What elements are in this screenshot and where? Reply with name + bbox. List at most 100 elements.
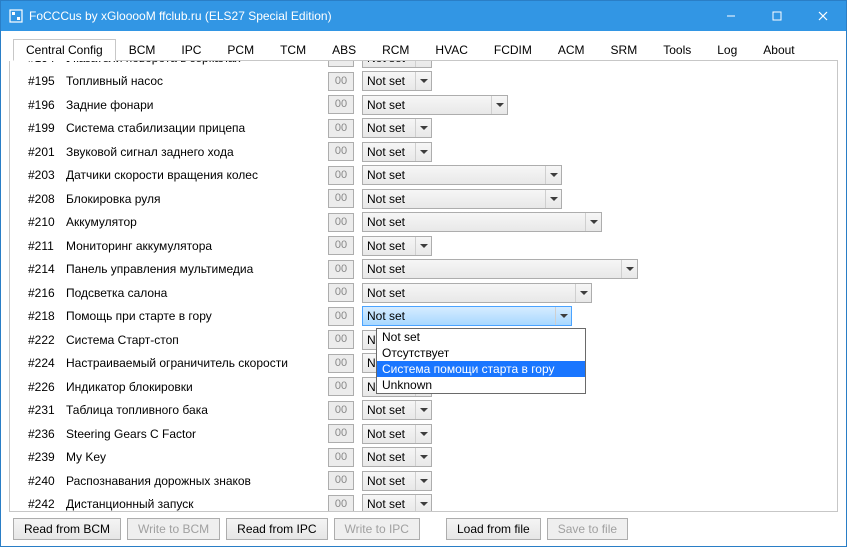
hex-input[interactable]: 00: [328, 283, 354, 302]
hex-input[interactable]: 00: [328, 424, 354, 443]
value-select[interactable]: Not set: [362, 424, 432, 444]
footer-toolbar: Read from BCMWrite to BCMRead from IPCWr…: [9, 512, 838, 542]
config-row: #218Помощь при старте в гору00Not set: [28, 305, 831, 329]
hex-input[interactable]: 00: [328, 95, 354, 114]
row-label: Steering Gears C Factor: [66, 427, 328, 441]
value-select[interactable]: Not set: [362, 61, 432, 68]
row-id: #224: [28, 356, 66, 370]
value-select[interactable]: Not set: [362, 471, 432, 491]
hex-input[interactable]: 00: [328, 471, 354, 490]
value-select[interactable]: Not set: [362, 189, 562, 209]
config-grid-scroll[interactable]: #194Указатели поворота в зеркалах00Not s…: [10, 61, 837, 511]
row-label: Мониторинг аккумулятора: [66, 239, 328, 253]
value-select[interactable]: Not set: [362, 259, 638, 279]
chevron-down-icon: [415, 61, 431, 67]
dropdown-option[interactable]: Not set: [377, 329, 585, 345]
config-row: #195Топливный насос00Not set: [28, 70, 831, 94]
row-label: Таблица топливного бака: [66, 403, 328, 417]
hex-input[interactable]: 00: [328, 260, 354, 279]
client-area: Central ConfigBCMIPCPCMTCMABSRCMHVACFCDI…: [1, 31, 846, 546]
row-id: #210: [28, 215, 66, 229]
select-value: Not set: [363, 403, 415, 417]
hex-input[interactable]: 00: [328, 448, 354, 467]
value-select[interactable]: Not set: [362, 165, 562, 185]
row-id: #231: [28, 403, 66, 417]
row-id: #195: [28, 74, 66, 88]
minimize-button[interactable]: [708, 1, 754, 31]
dropdown-menu[interactable]: Not setОтсутствуетСистема помощи старта …: [376, 328, 586, 394]
chevron-down-icon: [415, 472, 431, 490]
tab-about[interactable]: About: [750, 39, 807, 60]
hex-input[interactable]: 00: [328, 401, 354, 420]
value-select[interactable]: Not set: [362, 95, 508, 115]
close-button[interactable]: [800, 1, 846, 31]
hex-input[interactable]: 00: [328, 189, 354, 208]
tab-central-config[interactable]: Central Config: [13, 39, 116, 61]
value-select[interactable]: Not set: [362, 71, 432, 91]
tab-bcm[interactable]: BCM: [116, 39, 169, 60]
value-select[interactable]: Not set: [362, 142, 432, 162]
row-label: Задние фонари: [66, 98, 328, 112]
dropdown-option[interactable]: Система помощи старта в гору: [377, 361, 585, 377]
hex-input[interactable]: 00: [328, 213, 354, 232]
value-select[interactable]: Not set: [362, 283, 592, 303]
hex-input[interactable]: 00: [328, 495, 354, 511]
value-select[interactable]: Not set: [362, 494, 432, 511]
value-select[interactable]: Not set: [362, 447, 432, 467]
hex-input[interactable]: 00: [328, 236, 354, 255]
maximize-button[interactable]: [754, 1, 800, 31]
row-label: Панель управления мультимедиа: [66, 262, 328, 276]
row-label: Дистанционный запуск: [66, 497, 328, 511]
app-icon: [9, 9, 23, 23]
value-select[interactable]: Not set: [362, 118, 432, 138]
read-from-ipc-button[interactable]: Read from IPC: [226, 518, 327, 540]
hex-input[interactable]: 00: [328, 354, 354, 373]
value-select[interactable]: Not set: [362, 306, 572, 326]
value-select[interactable]: Not set: [362, 236, 432, 256]
value-select[interactable]: Not set: [362, 400, 432, 420]
select-value: Not set: [363, 98, 491, 112]
tab-fcdim[interactable]: FCDIM: [481, 39, 545, 60]
row-id: #239: [28, 450, 66, 464]
hex-input[interactable]: 00: [328, 142, 354, 161]
hex-input[interactable]: 00: [328, 307, 354, 326]
dropdown-option[interactable]: Отсутствует: [377, 345, 585, 361]
read-from-bcm-button[interactable]: Read from BCM: [13, 518, 121, 540]
select-value: Not set: [363, 262, 621, 276]
hex-input[interactable]: 00: [328, 72, 354, 91]
tab-ipc[interactable]: IPC: [168, 39, 214, 60]
config-row: #210Аккумулятор00Not set: [28, 211, 831, 235]
row-id: #199: [28, 121, 66, 135]
row-id: #194: [28, 61, 66, 65]
config-row: #216Подсветка салона00Not set: [28, 281, 831, 305]
load-from-file-button[interactable]: Load from file: [446, 518, 541, 540]
app-window: FoCCCus by xGlooooM ffclub.ru (ELS27 Spe…: [0, 0, 847, 547]
config-row: #199Система стабилизации прицепа00Not se…: [28, 117, 831, 141]
tab-tools[interactable]: Tools: [650, 39, 704, 60]
tab-hvac[interactable]: HVAC: [422, 39, 480, 60]
config-row: #239My Key00Not set: [28, 446, 831, 470]
select-value: Not set: [363, 168, 545, 182]
tab-log[interactable]: Log: [704, 39, 750, 60]
tab-tcm[interactable]: TCM: [267, 39, 319, 60]
hex-input[interactable]: 00: [328, 330, 354, 349]
tab-acm[interactable]: ACM: [545, 39, 598, 60]
hex-input[interactable]: 00: [328, 377, 354, 396]
tab-srm[interactable]: SRM: [598, 39, 651, 60]
tab-abs[interactable]: ABS: [319, 39, 369, 60]
chevron-down-icon: [415, 425, 431, 443]
chevron-down-icon: [575, 284, 591, 302]
tab-pcm[interactable]: PCM: [214, 39, 267, 60]
row-label: Помощь при старте в гору: [66, 309, 328, 323]
hex-input[interactable]: 00: [328, 119, 354, 138]
select-value: Not set: [363, 192, 545, 206]
row-label: Индикатор блокировки: [66, 380, 328, 394]
row-id: #216: [28, 286, 66, 300]
row-id: #226: [28, 380, 66, 394]
tab-rcm[interactable]: RCM: [369, 39, 422, 60]
hex-input[interactable]: 00: [328, 61, 354, 67]
dropdown-option[interactable]: Unknown: [377, 377, 585, 393]
config-grid: #194Указатели поворота в зеркалах00Not s…: [10, 61, 837, 511]
value-select[interactable]: Not set: [362, 212, 602, 232]
hex-input[interactable]: 00: [328, 166, 354, 185]
